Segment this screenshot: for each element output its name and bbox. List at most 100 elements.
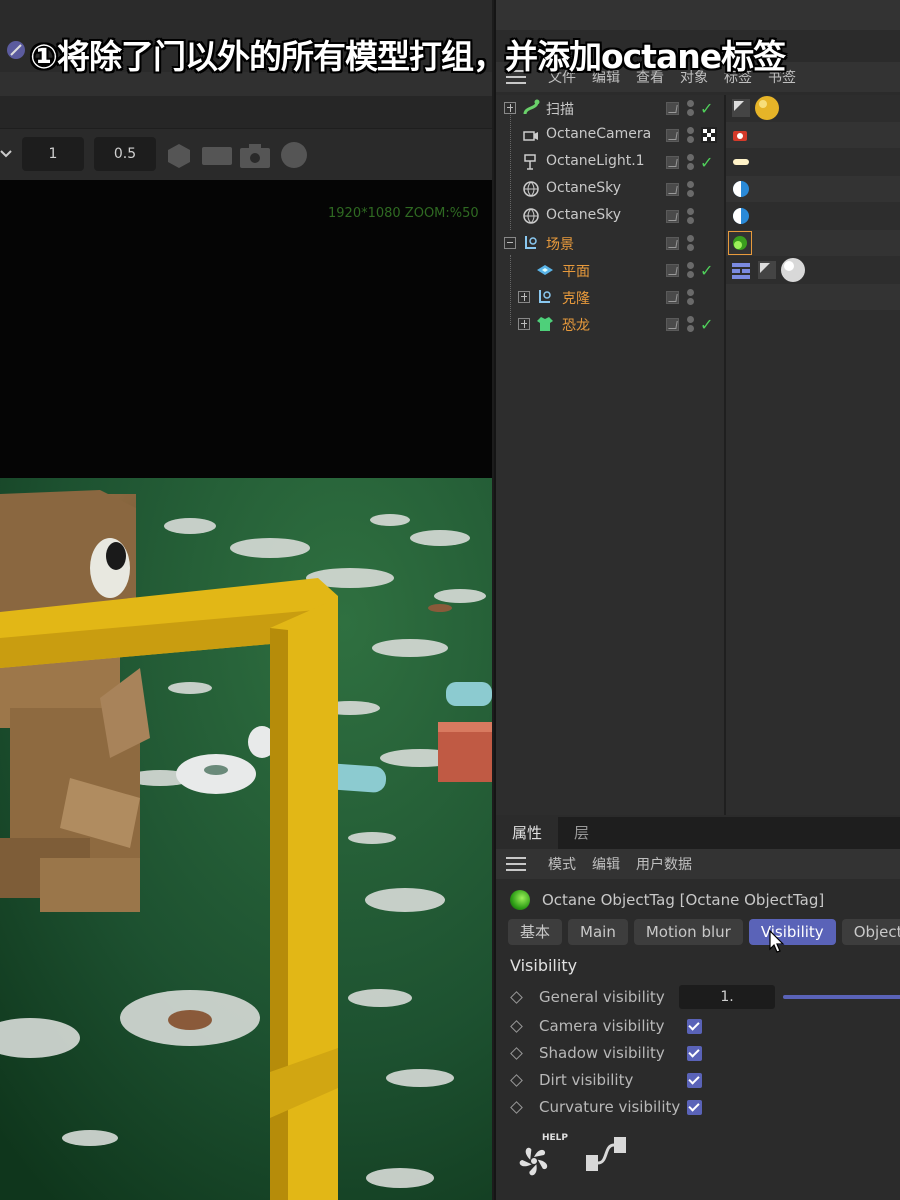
visibility-dots[interactable] (687, 98, 695, 118)
sky-icon (523, 208, 539, 224)
object-name: OctaneLight.1 (546, 153, 645, 169)
param-general-visibility: General visibility 1. (510, 985, 900, 1009)
hamburger-menu-icon[interactable] (506, 857, 526, 871)
object-row-sweep[interactable]: 扫描 ✓ (496, 95, 900, 122)
enabled-check-icon[interactable]: ✓ (700, 261, 713, 280)
phong-tag-icon[interactable] (756, 259, 778, 281)
octane-light-tag-icon[interactable] (730, 151, 752, 173)
layer-toggle[interactable] (666, 156, 679, 169)
camera-visibility-checkbox[interactable] (687, 1018, 702, 1034)
param-label: Shadow visibility (539, 1044, 665, 1062)
brush-icon[interactable] (4, 38, 28, 62)
object-row-cloner[interactable]: 克隆 (496, 284, 900, 311)
octane-object-tag-icon[interactable] (728, 231, 752, 255)
layer-toggle[interactable] (666, 264, 679, 277)
octane-environment-tag-icon[interactable] (730, 205, 752, 227)
subtab-visibility[interactable]: Visibility (748, 919, 836, 945)
object-row-dinosaur[interactable]: 恐龙 ✓ (496, 311, 900, 338)
tab-layers[interactable]: 层 (558, 817, 605, 849)
target-tag-icon[interactable] (700, 126, 718, 144)
layer-toggle[interactable] (666, 318, 679, 331)
visibility-dots[interactable] (687, 314, 695, 334)
layer-toggle[interactable] (666, 129, 679, 142)
material-tag-yellow-icon[interactable] (754, 95, 780, 121)
curvature-visibility-checkbox[interactable] (687, 1099, 702, 1115)
attr-menu-mode[interactable]: 模式 (548, 854, 576, 874)
visibility-dots[interactable] (687, 260, 695, 280)
visibility-dots[interactable] (687, 125, 695, 145)
octane-help-button[interactable]: HELP (514, 1133, 568, 1181)
keyframe-diamond-icon[interactable] (510, 1046, 523, 1060)
texture-tag-icon[interactable] (730, 259, 752, 281)
layer-toggle[interactable] (666, 210, 679, 223)
subtab-object[interactable]: Object (841, 919, 900, 945)
layer-toggle[interactable] (666, 183, 679, 196)
sweep-icon (523, 99, 540, 115)
layer-toggle[interactable] (666, 102, 679, 115)
visibility-dots[interactable] (687, 233, 695, 253)
enabled-check-icon[interactable]: ✓ (700, 153, 713, 172)
layer-toggle[interactable] (666, 291, 679, 304)
subtab-main[interactable]: Main (568, 919, 628, 945)
tag-cell (726, 257, 900, 283)
tab-attributes[interactable]: 属性 (496, 817, 559, 849)
viewport-value-field-1[interactable]: 1 (22, 137, 84, 171)
collapse-icon[interactable] (504, 237, 516, 249)
film-icon[interactable] (202, 147, 232, 165)
object-row-octane-camera[interactable]: OctaneCamera (496, 122, 900, 149)
keyframe-diamond-icon[interactable] (510, 1100, 523, 1114)
keyframe-diamond-icon[interactable] (510, 1019, 523, 1033)
object-row-octane-sky-1[interactable]: OctaneSky (496, 176, 900, 203)
layer-toggle[interactable] (666, 237, 679, 250)
octane-environment-tag-icon[interactable] (730, 178, 752, 200)
keyframe-diamond-icon[interactable] (510, 1073, 523, 1087)
object-manager-list: 扫描 ✓ OctaneCamera OctaneLight.1 ✓ Octane… (496, 95, 900, 815)
octane-tag-orb-icon (510, 890, 530, 910)
chevron-down-icon[interactable] (0, 147, 12, 161)
sphere-icon[interactable] (280, 141, 308, 169)
object-row-octane-sky-2[interactable]: OctaneSky (496, 203, 900, 230)
object-name: 场景 (546, 237, 574, 253)
dirt-visibility-checkbox[interactable] (687, 1072, 702, 1088)
keyframe-diamond-icon[interactable] (510, 990, 523, 1004)
general-visibility-slider[interactable] (783, 995, 900, 999)
attr-menu-user-data[interactable]: 用户数据 (636, 854, 692, 874)
object-name: 扫描 (546, 102, 574, 118)
octane-camera-tag-icon[interactable] (730, 124, 752, 146)
help-badge: HELP (542, 1133, 569, 1143)
param-dirt-visibility: Dirt visibility (510, 1068, 702, 1092)
expand-icon[interactable] (518, 318, 530, 330)
tag-title-text: Octane ObjectTag [Octane ObjectTag] (542, 891, 825, 909)
sky-icon (523, 181, 539, 197)
object-name: OctaneCamera (546, 126, 652, 142)
render-preview[interactable] (0, 478, 492, 1200)
enabled-check-icon[interactable]: ✓ (700, 99, 713, 118)
node-editor-icon[interactable] (584, 1135, 628, 1175)
attr-menu-edit[interactable]: 编辑 (592, 854, 620, 874)
expand-icon[interactable] (518, 291, 530, 303)
phong-tag-icon[interactable] (730, 97, 752, 119)
viewport-area: 1 0.5 1920*1080 ZOOM:%50 (0, 0, 492, 1200)
subtab-motion-blur[interactable]: Motion blur (633, 919, 743, 945)
tag-cell (726, 149, 900, 175)
tag-cell (726, 203, 900, 229)
object-row-scene-group[interactable]: 场景 (496, 230, 900, 257)
object-row-octane-light[interactable]: OctaneLight.1 ✓ (496, 149, 900, 176)
viewport-resolution-label: 1920*1080 ZOOM:%50 (328, 206, 479, 221)
object-row-plane[interactable]: 平面 ✓ (496, 257, 900, 284)
general-visibility-input[interactable]: 1. (679, 985, 775, 1009)
camera-snapshot-icon[interactable] (240, 143, 270, 169)
visibility-dots[interactable] (687, 287, 695, 307)
subtab-basic[interactable]: 基本 (508, 919, 563, 945)
expand-icon[interactable] (504, 102, 516, 114)
enabled-check-icon[interactable]: ✓ (700, 315, 713, 334)
shadow-visibility-checkbox[interactable] (687, 1045, 702, 1061)
object-name: 平面 (562, 264, 590, 280)
material-tag-white-icon[interactable] (780, 257, 806, 283)
visibility-dots[interactable] (687, 179, 695, 199)
visibility-dots[interactable] (687, 152, 695, 172)
hexagon-icon[interactable] (166, 143, 192, 169)
visibility-dots[interactable] (687, 206, 695, 226)
viewport-toolbar: 1 0.5 (0, 128, 492, 180)
viewport-value-field-2[interactable]: 0.5 (94, 137, 156, 171)
